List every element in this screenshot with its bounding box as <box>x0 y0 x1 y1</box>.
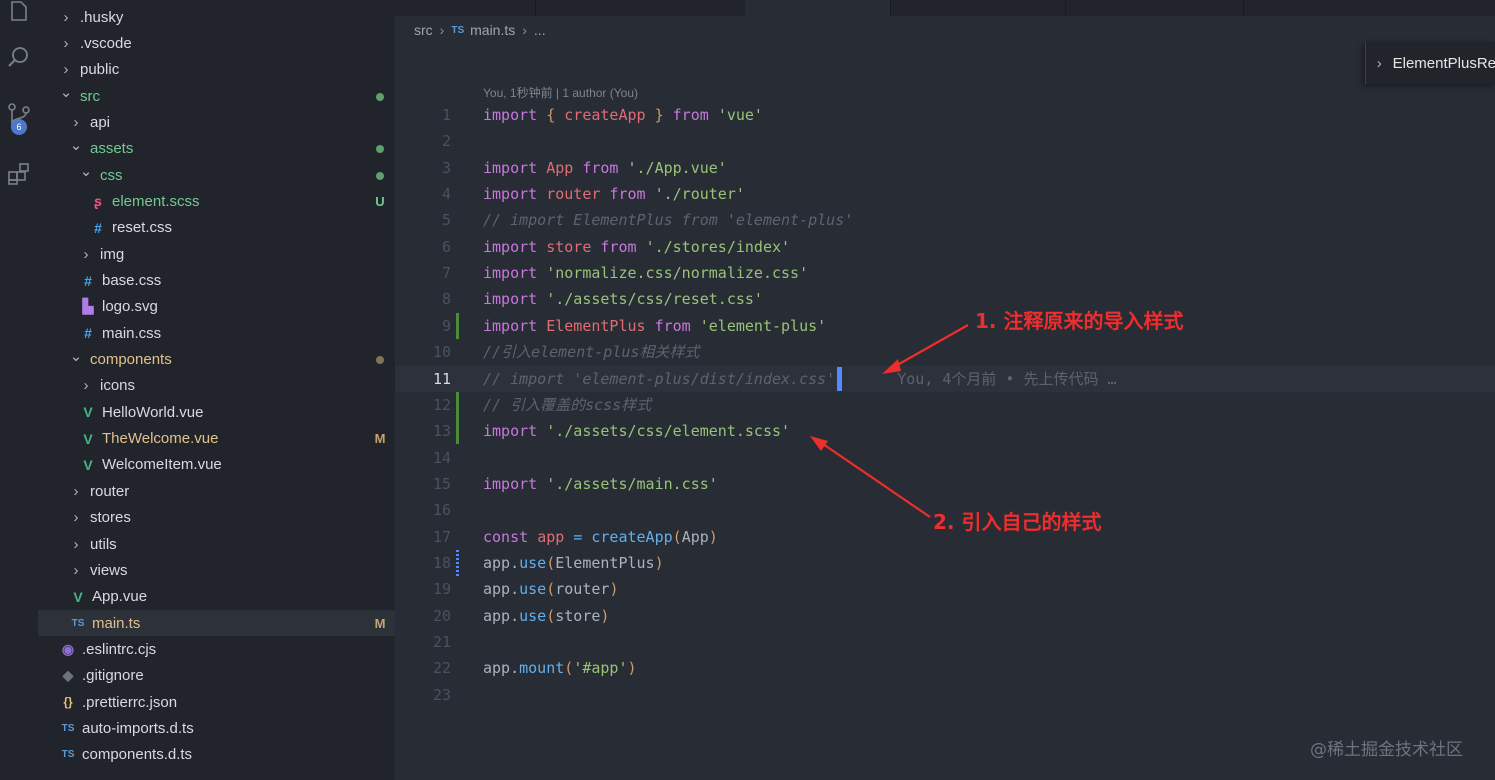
annotation-arrows <box>810 324 969 518</box>
watermark: @稀土掘金技术社区 <box>1310 740 1463 760</box>
